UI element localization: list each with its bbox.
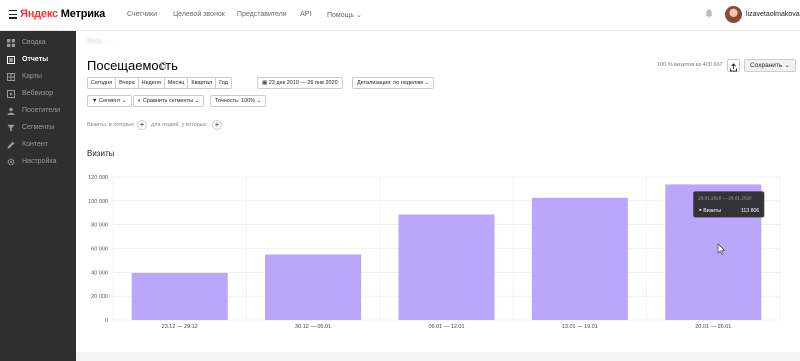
chart-bar[interactable] (398, 214, 495, 320)
tooltip-date: 20.01.2020 — 26.01.2020 (698, 195, 752, 200)
y-tick-label: 20 000 (91, 294, 108, 300)
y-tick-label: 40 000 (91, 270, 108, 276)
chart-bar[interactable] (131, 272, 228, 320)
x-tick-label: 23.12 — 29.12 (162, 324, 198, 330)
y-tick-label: 100 000 (88, 199, 108, 205)
x-tick-label: 20.01 — 26.01 (695, 324, 731, 330)
tooltip-value: 113 806 (741, 208, 759, 214)
y-tick-label: 120 000 (88, 175, 108, 181)
tooltip-series-marker (699, 208, 702, 211)
chart-bar[interactable] (265, 254, 362, 320)
bottom-strip (76, 352, 800, 361)
y-tick-label: 60 000 (91, 247, 108, 253)
visits-bar-chart: 0 20 000 40 000 60 000 80 000 100 000 120 000 2… (88, 175, 781, 330)
x-tick-label: 13.01 — 19.01 (562, 324, 598, 330)
chart-bar[interactable] (531, 197, 628, 320)
y-tick-label: 80 000 (91, 223, 108, 229)
x-tick-label: 06.01 — 12.01 (428, 324, 464, 330)
tooltip-series: Визиты (703, 208, 721, 214)
x-tick-label: 30.12 — 05.01 (295, 324, 331, 330)
y-tick-label: 0 (105, 318, 108, 324)
